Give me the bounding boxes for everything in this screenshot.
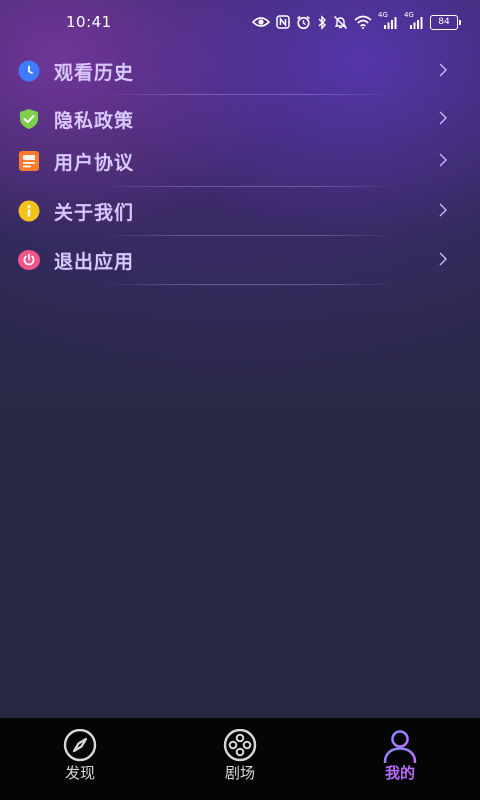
- bluetooth-icon: [318, 14, 326, 30]
- status-bar: 10:41 4G 4G 84: [0, 0, 480, 44]
- alarm-icon: [297, 15, 310, 29]
- menu-item-label: 用户协议: [54, 152, 135, 174]
- chevron-right-icon: [439, 111, 447, 125]
- signal-bars-icon: [384, 17, 397, 29]
- battery-icon: 84: [430, 14, 461, 30]
- menu-item-label: 退出应用: [54, 251, 135, 273]
- film-reel-icon: [223, 729, 257, 762]
- shield-check-icon: [20, 109, 38, 129]
- nav-tab-mine[interactable]: 我的: [320, 718, 480, 800]
- power-icon: [18, 250, 40, 270]
- menu-item-label: 隐私政策: [54, 110, 135, 132]
- signal-2-indicator: 4G: [404, 11, 424, 30]
- menu-item-privacy-policy[interactable]: 隐私政策: [0, 96, 480, 142]
- signal-bars-icon: [410, 17, 423, 29]
- status-icons: 4G 4G 84: [252, 11, 461, 31]
- signal-1-indicator: 4G: [378, 11, 398, 30]
- menu-item-exit-app[interactable]: 退出应用: [0, 237, 480, 283]
- nav-label: 我的: [384, 764, 415, 782]
- chevron-right-icon: [439, 252, 447, 266]
- menu-item-watch-history[interactable]: 观看历史: [0, 48, 480, 94]
- divider: [100, 186, 400, 187]
- menu-item-about-us[interactable]: 关于我们: [0, 188, 480, 234]
- menu-item-user-agreement[interactable]: 用户协议: [0, 140, 480, 186]
- nav-label: 发现: [64, 764, 95, 782]
- clock-icon: [18, 60, 40, 82]
- divider: [100, 235, 400, 236]
- divider: [100, 284, 400, 285]
- menu-item-label: 关于我们: [54, 202, 135, 224]
- wifi-icon: [354, 15, 372, 29]
- status-time: 10:41: [66, 13, 112, 31]
- menu-item-label: 观看历史: [54, 62, 135, 84]
- user-icon: [383, 730, 417, 763]
- chevron-right-icon: [439, 203, 447, 217]
- eye-icon: [252, 17, 270, 27]
- nav-tab-discover[interactable]: 发现: [0, 718, 160, 800]
- divider: [100, 94, 400, 95]
- compass-icon: [63, 729, 97, 762]
- nav-tab-theater[interactable]: 剧场: [160, 718, 320, 800]
- document-icon: [19, 151, 39, 171]
- chevron-right-icon: [439, 63, 447, 77]
- chevron-right-icon: [439, 153, 447, 167]
- info-icon: [18, 200, 40, 222]
- bottom-navigation: 发现 剧场 我的: [0, 718, 480, 800]
- nav-label: 剧场: [224, 764, 255, 782]
- nfc-icon: [276, 15, 290, 29]
- mute-icon: [333, 15, 348, 29]
